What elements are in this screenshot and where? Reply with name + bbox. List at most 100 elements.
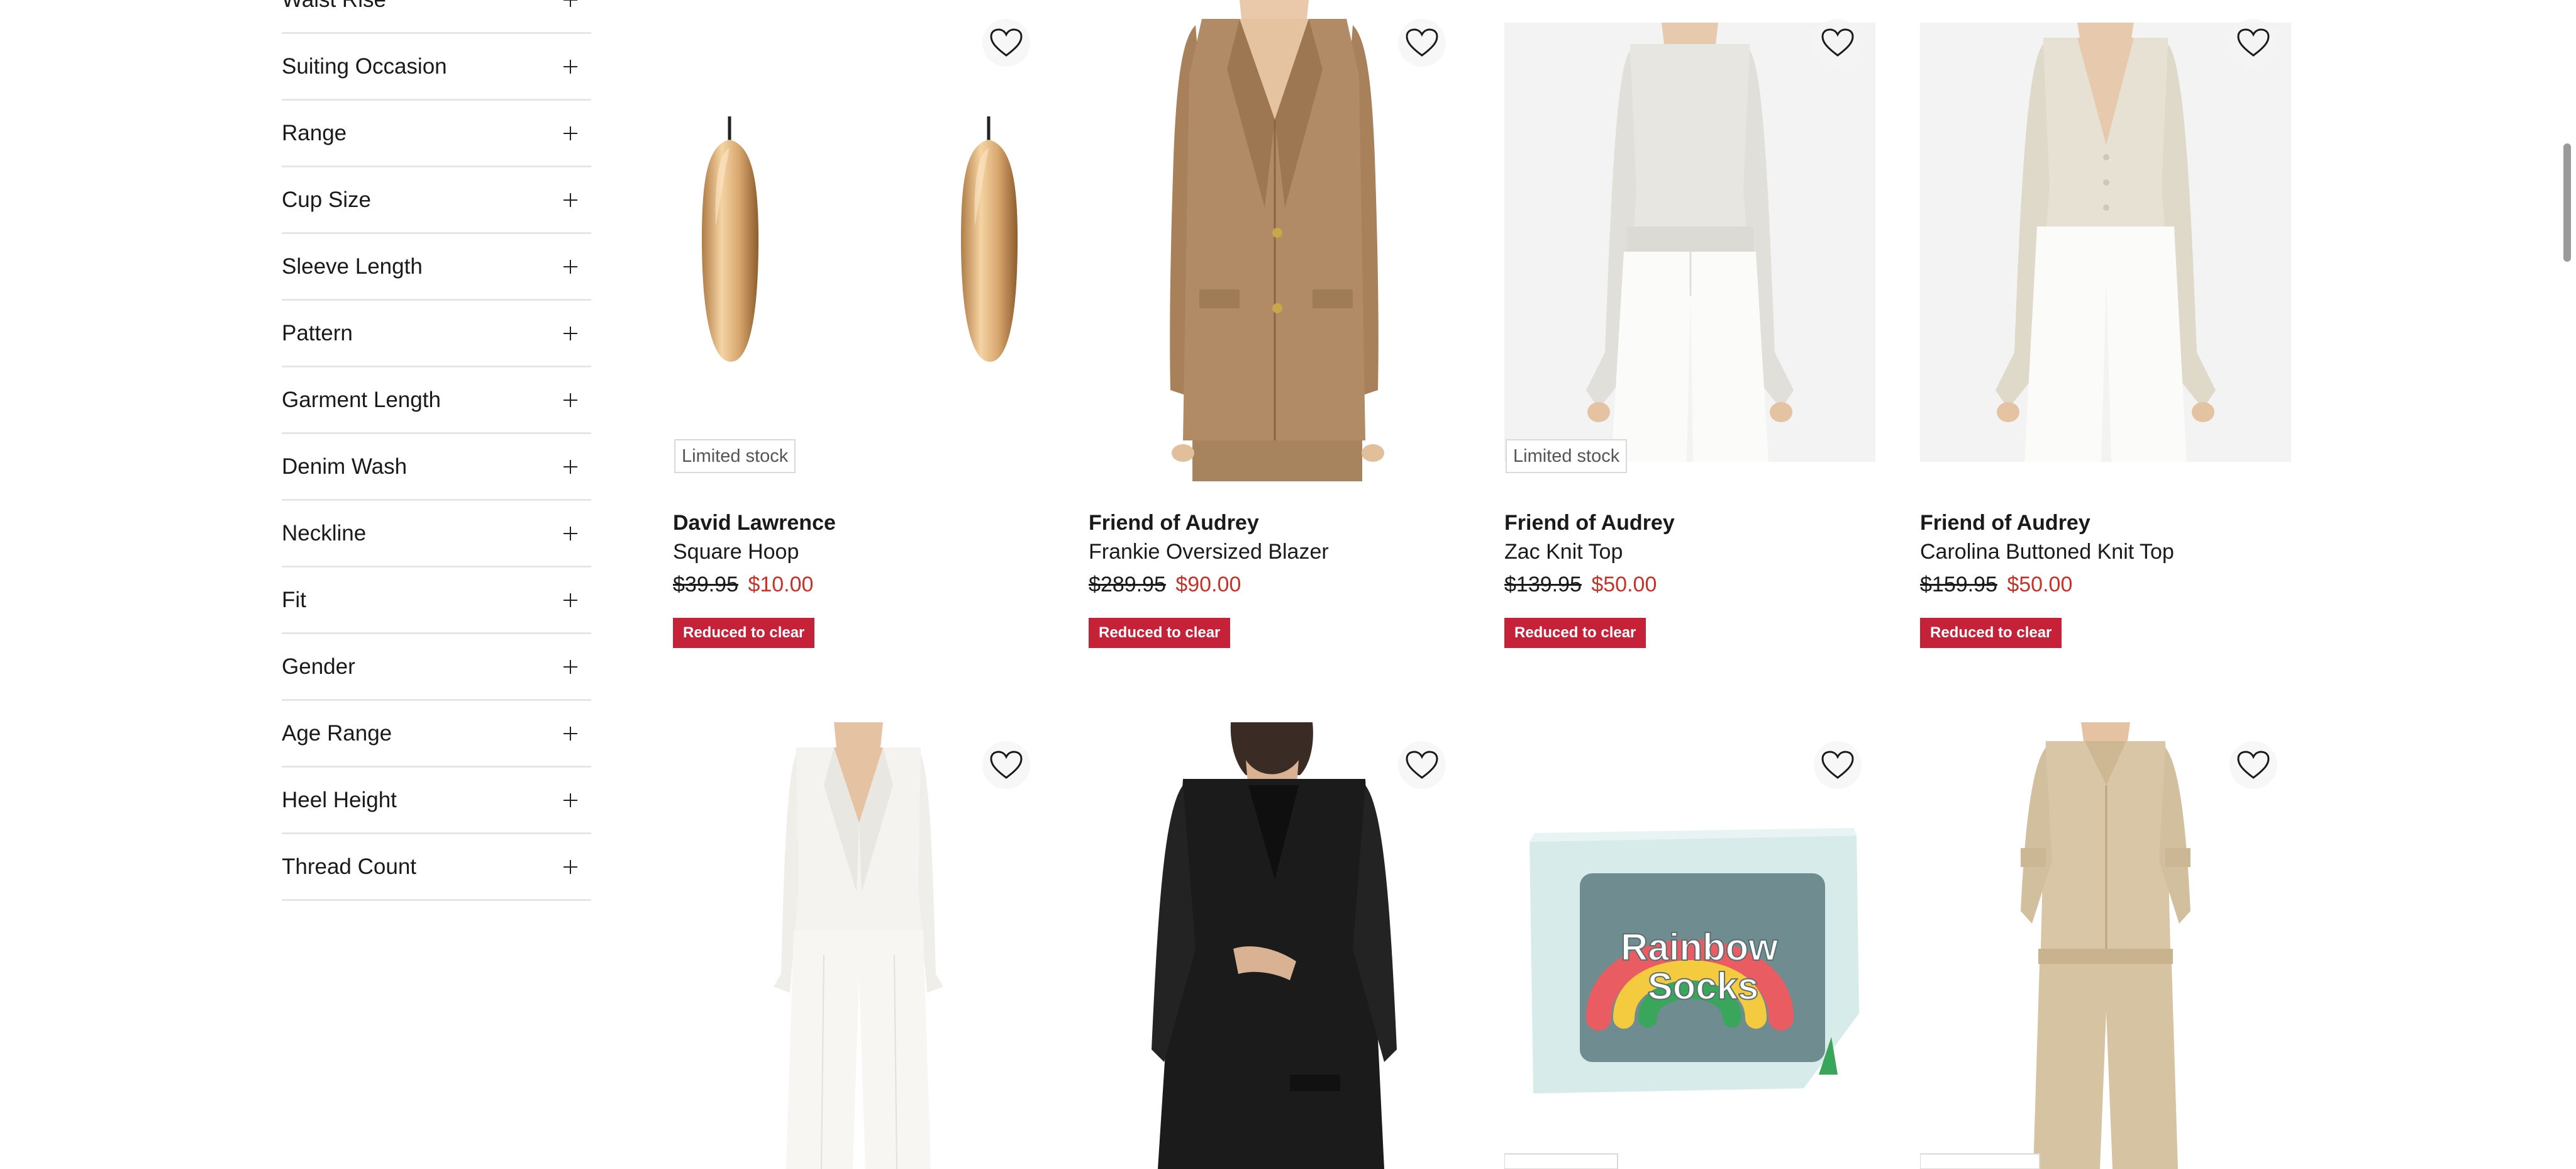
heart-outline-icon: [1406, 751, 1438, 779]
plus-icon[interactable]: [564, 859, 577, 874]
product-price: $39.95 $10.00: [673, 568, 1044, 601]
hoop-earrings-image: [702, 116, 1018, 362]
product-image[interactable]: [1089, 0, 1460, 481]
product-name[interactable]: Zac Knit Top: [1504, 537, 1875, 566]
wishlist-button[interactable]: [2229, 19, 2277, 67]
filter-sidebar: Waist Rise Suiting Occasion Range Cup Si…: [282, 0, 591, 901]
product-price: $139.95 $50.00: [1504, 568, 1875, 601]
product-info: David Lawrence Square Hoop $39.95 $10.00…: [673, 508, 1044, 648]
plus-icon[interactable]: [564, 459, 577, 474]
plus-icon[interactable]: [564, 659, 577, 674]
beige-jumpsuit-image: [1920, 722, 2190, 1169]
filter-heel-height[interactable]: Heel Height: [282, 768, 591, 834]
original-price: $139.95: [1504, 573, 1582, 596]
plus-icon[interactable]: [564, 326, 577, 340]
wishlist-button[interactable]: [982, 19, 1030, 67]
white-suit-image: [774, 722, 943, 1169]
socks-box-line2: Socks: [1648, 965, 1759, 1007]
filter-label: Pattern: [282, 320, 353, 345]
product-image[interactable]: [673, 0, 1044, 481]
plus-icon[interactable]: [564, 726, 577, 741]
buttoned-knit-top-image: [1920, 23, 2291, 462]
reduced-to-clear-tag: Reduced to clear: [1504, 618, 1646, 648]
plus-icon[interactable]: [564, 193, 577, 207]
filter-thread-count[interactable]: Thread Count: [282, 834, 591, 901]
heart-outline-icon: [1821, 751, 1854, 779]
wishlist-button[interactable]: [1814, 19, 1862, 67]
filter-suiting-occasion[interactable]: Suiting Occasion: [282, 34, 591, 101]
sale-price: $90.00: [1175, 573, 1241, 596]
filter-label: Thread Count: [282, 854, 417, 879]
plus-icon[interactable]: [564, 793, 577, 807]
plus-icon[interactable]: [564, 593, 577, 607]
product-name[interactable]: Carolina Buttoned Knit Top: [1920, 537, 2291, 566]
reduced-to-clear-tag: Reduced to clear: [1089, 618, 1231, 648]
heart-outline-icon: [2237, 751, 2270, 779]
page-scrollbar[interactable]: [2563, 143, 2571, 262]
product-brand[interactable]: Friend of Audrey: [1089, 508, 1460, 537]
wishlist-button[interactable]: [1398, 19, 1446, 67]
white-knit-top-image: [1504, 0, 1875, 462]
filter-label: Fit: [282, 587, 306, 612]
product-name[interactable]: Frankie Oversized Blazer: [1089, 537, 1460, 566]
product-info: Friend of Audrey Frankie Oversized Blaze…: [1089, 508, 1460, 648]
filter-label: Heel Height: [282, 787, 397, 812]
sale-price: $50.00: [1591, 573, 1657, 596]
filter-fit[interactable]: Fit: [282, 568, 591, 634]
product-price: $289.95 $90.00: [1089, 568, 1460, 601]
limited-stock-badge: Limited stock: [674, 439, 796, 473]
product-brand[interactable]: Friend of Audrey: [1504, 508, 1875, 537]
product-image[interactable]: [1920, 0, 2291, 481]
plus-icon[interactable]: [564, 393, 577, 407]
wishlist-button[interactable]: [1398, 741, 1446, 789]
plus-icon[interactable]: [564, 259, 577, 274]
filter-range[interactable]: Range: [282, 101, 591, 167]
filter-neckline[interactable]: Neckline: [282, 501, 591, 568]
heart-outline-icon: [990, 28, 1023, 57]
product-image[interactable]: [1089, 722, 1460, 1169]
wishlist-button[interactable]: [2229, 741, 2277, 789]
product-info: Friend of Audrey Zac Knit Top $139.95 $5…: [1504, 508, 1875, 648]
original-price: $159.95: [1920, 573, 1997, 596]
filter-label: Age Range: [282, 720, 392, 746]
filter-label: Garment Length: [282, 387, 441, 412]
filter-label: Gender: [282, 654, 355, 679]
product-image[interactable]: [1504, 0, 1875, 481]
reduced-to-clear-tag: Reduced to clear: [1920, 618, 2062, 648]
product-brand[interactable]: David Lawrence: [673, 508, 1044, 537]
filter-pattern[interactable]: Pattern: [282, 301, 591, 367]
heart-outline-icon: [2237, 28, 2270, 57]
original-price: $289.95: [1089, 573, 1166, 596]
plus-icon[interactable]: [564, 526, 577, 540]
filter-sleeve-length[interactable]: Sleeve Length: [282, 234, 591, 301]
sale-price: $10.00: [748, 573, 814, 596]
heart-outline-icon: [990, 751, 1023, 779]
filter-gender[interactable]: Gender: [282, 634, 591, 701]
filter-label: Neckline: [282, 520, 367, 545]
black-blazer-image: [1152, 722, 1397, 1169]
product-image[interactable]: [673, 722, 1044, 1169]
filter-garment-length[interactable]: Garment Length: [282, 367, 591, 434]
product-image[interactable]: [1920, 722, 2291, 1169]
product-info: Friend of Audrey Carolina Buttoned Knit …: [1920, 508, 2291, 648]
product-price: $159.95 $50.00: [1920, 568, 2291, 601]
filter-label: Waist Rise: [282, 0, 386, 13]
product-image[interactable]: Rainbow Socks: [1504, 722, 1875, 1169]
filter-label: Suiting Occasion: [282, 53, 447, 79]
plus-icon[interactable]: [564, 0, 577, 7]
filter-age-range[interactable]: Age Range: [282, 701, 591, 768]
filter-waist-rise[interactable]: Waist Rise: [282, 0, 591, 34]
product-brand[interactable]: Friend of Audrey: [1920, 508, 2291, 537]
wishlist-button[interactable]: [1814, 741, 1862, 789]
heart-outline-icon: [1406, 28, 1438, 57]
wishlist-button[interactable]: [982, 741, 1030, 789]
plus-icon[interactable]: [564, 126, 577, 140]
tan-blazer-image: [1170, 0, 1384, 481]
filter-label: Cup Size: [282, 187, 372, 212]
filter-label: Range: [282, 120, 347, 145]
filter-cup-size[interactable]: Cup Size: [282, 167, 591, 234]
filter-denim-wash[interactable]: Denim Wash: [282, 434, 591, 501]
plus-icon[interactable]: [564, 59, 577, 74]
rainbow-socks-box-image: Rainbow Socks: [1504, 828, 1860, 1169]
product-name[interactable]: Square Hoop: [673, 537, 1044, 566]
